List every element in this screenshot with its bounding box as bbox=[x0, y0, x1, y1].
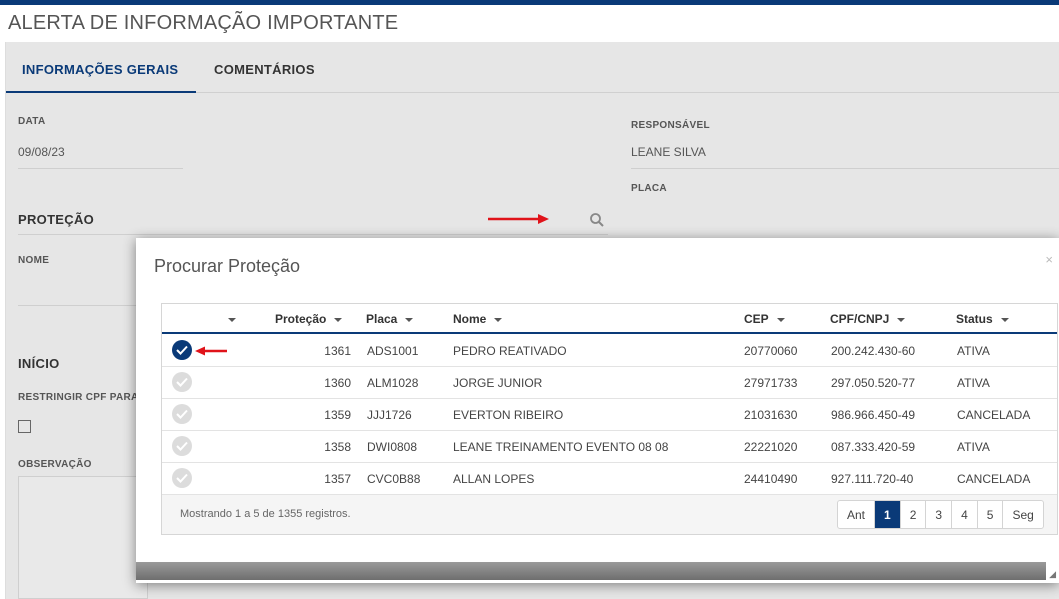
close-icon[interactable]: × bbox=[1045, 252, 1053, 267]
table-row[interactable]: 1361 ADS1001 PEDRO REATIVADO 20770060 20… bbox=[162, 335, 1057, 367]
cell-cep: 21031630 bbox=[744, 408, 798, 422]
cell-cpf-cnpj: 200.242.430-60 bbox=[831, 344, 916, 358]
sort-caret-icon bbox=[1000, 317, 1009, 322]
pager-page-5[interactable]: 5 bbox=[978, 501, 1004, 528]
data-underline bbox=[18, 168, 183, 169]
sort-caret-icon bbox=[334, 317, 343, 322]
column-header-cep[interactable]: CEP bbox=[744, 312, 785, 326]
modal-title: Procurar Proteção bbox=[154, 256, 301, 276]
nome-underline bbox=[18, 305, 148, 306]
pager-page-1[interactable]: 1 bbox=[875, 501, 901, 528]
data-label: DATA bbox=[18, 116, 46, 127]
cell-placa: ADS1001 bbox=[367, 344, 419, 358]
cell-protecao: 1358 bbox=[324, 440, 351, 454]
cell-placa: ALM1028 bbox=[367, 376, 419, 390]
inicio-section-title: INÍCIO bbox=[18, 356, 60, 371]
resize-grip-icon[interactable]: ◢ bbox=[1049, 569, 1056, 580]
cell-status: CANCELADA bbox=[957, 472, 1031, 486]
red-arrow-annotation bbox=[488, 214, 549, 224]
cell-status: CANCELADA bbox=[957, 408, 1031, 422]
cell-protecao: 1359 bbox=[324, 408, 351, 422]
cell-status: ATIVA bbox=[957, 344, 990, 358]
cell-cpf-cnpj: 087.333.420-59 bbox=[831, 440, 916, 454]
protecao-underline bbox=[18, 234, 608, 235]
cell-cpf-cnpj: 297.050.520-77 bbox=[831, 376, 916, 390]
grid-header: Proteção Placa Nome CEP CPF/CNPJ Status bbox=[162, 304, 1057, 334]
cell-placa: DWI0808 bbox=[367, 440, 418, 454]
select-check-icon[interactable] bbox=[172, 468, 192, 488]
search-icon[interactable] bbox=[589, 212, 605, 228]
responsavel-value: LEANE SILVA bbox=[631, 145, 706, 159]
pager-page-2[interactable]: 2 bbox=[901, 501, 927, 528]
column-header-protecao[interactable]: Proteção bbox=[275, 312, 343, 326]
select-check-icon[interactable] bbox=[172, 340, 192, 360]
protecao-grid: Proteção Placa Nome CEP CPF/CNPJ Status … bbox=[161, 303, 1058, 535]
restringir-cpf-label: RESTRINGIR CPF PARA bbox=[18, 392, 139, 403]
table-row[interactable]: 1357 CVC0B88 ALLAN LOPES 24410490 927.11… bbox=[162, 463, 1057, 495]
column-header-select[interactable] bbox=[220, 312, 236, 326]
responsavel-underline bbox=[631, 168, 1059, 169]
cell-protecao: 1357 bbox=[324, 472, 351, 486]
cell-nome: PEDRO REATIVADO bbox=[453, 344, 567, 358]
data-value: 09/08/23 bbox=[18, 145, 65, 159]
cell-cep: 27971733 bbox=[744, 376, 798, 390]
cell-cpf-cnpj: 986.966.450-49 bbox=[831, 408, 916, 422]
cell-nome: EVERTON RIBEIRO bbox=[453, 408, 564, 422]
tab-comentarios[interactable]: COMENTÁRIOS bbox=[198, 42, 328, 93]
cell-cpf-cnpj: 927.111.720-40 bbox=[831, 472, 914, 486]
cell-status: ATIVA bbox=[957, 440, 990, 454]
pager-next-button[interactable]: Seg bbox=[1003, 501, 1042, 528]
observacao-label: OBSERVAÇÃO bbox=[18, 459, 92, 470]
red-arrow-annotation bbox=[195, 346, 227, 356]
table-row[interactable]: 1360 ALM1028 JORGE JUNIOR 27971733 297.0… bbox=[162, 367, 1057, 399]
placa-label: PLACA bbox=[631, 183, 667, 194]
column-header-placa[interactable]: Placa bbox=[366, 312, 414, 326]
nome-label: NOME bbox=[18, 255, 50, 266]
cell-cep: 24410490 bbox=[744, 472, 798, 486]
select-check-icon[interactable] bbox=[172, 436, 192, 456]
sort-caret-icon bbox=[228, 317, 236, 322]
records-info: Mostrando 1 a 5 de 1355 registros. bbox=[180, 508, 351, 520]
page-title: ALERTA DE INFORMAÇÃO IMPORTANTE bbox=[8, 12, 399, 34]
cell-protecao: 1361 bbox=[324, 344, 351, 358]
top-accent-bar bbox=[0, 0, 1059, 5]
grid-footer: Mostrando 1 a 5 de 1355 registros. Ant 1… bbox=[162, 494, 1057, 534]
procurar-protecao-modal: Procurar Proteção × Proteção Placa Nome … bbox=[136, 238, 1059, 583]
cell-cep: 22221020 bbox=[744, 440, 798, 454]
pager-page-3[interactable]: 3 bbox=[926, 501, 953, 528]
table-row[interactable]: 1359 JJJ1726 EVERTON RIBEIRO 21031630 98… bbox=[162, 399, 1057, 431]
cell-cep: 20770060 bbox=[744, 344, 798, 358]
column-header-nome[interactable]: Nome bbox=[453, 312, 503, 326]
sort-caret-icon bbox=[776, 317, 785, 322]
column-header-status[interactable]: Status bbox=[956, 312, 1009, 326]
table-row[interactable]: 1358 DWI0808 LEANE TREINAMENTO EVENTO 08… bbox=[162, 431, 1057, 463]
responsavel-label: RESPONSÁVEL bbox=[631, 120, 710, 131]
select-check-icon[interactable] bbox=[172, 372, 192, 392]
select-check-icon[interactable] bbox=[172, 404, 192, 424]
tab-bar: INFORMAÇÕES GERAIS COMENTÁRIOS bbox=[6, 42, 1059, 93]
sort-caret-icon bbox=[405, 317, 414, 322]
tab-informacoes-gerais[interactable]: INFORMAÇÕES GERAIS bbox=[6, 42, 196, 93]
pagination: Ant 1 2 3 4 5 Seg bbox=[837, 500, 1044, 529]
sort-caret-icon bbox=[494, 317, 503, 322]
pager-prev-button[interactable]: Ant bbox=[838, 501, 876, 528]
modal-scrollbar[interactable] bbox=[136, 562, 1046, 580]
cell-nome: JORGE JUNIOR bbox=[453, 376, 543, 390]
cell-protecao: 1360 bbox=[324, 376, 351, 390]
cell-nome: LEANE TREINAMENTO EVENTO 08 08 bbox=[453, 440, 669, 454]
protecao-section-title: PROTEÇÃO bbox=[18, 212, 95, 227]
cell-nome: ALLAN LOPES bbox=[453, 472, 535, 486]
cell-placa: JJJ1726 bbox=[367, 408, 412, 422]
column-header-cpf-cnpj[interactable]: CPF/CNPJ bbox=[830, 312, 906, 326]
pager-page-4[interactable]: 4 bbox=[952, 501, 978, 528]
cell-status: ATIVA bbox=[957, 376, 990, 390]
observacao-textarea[interactable] bbox=[18, 476, 148, 599]
sort-caret-icon bbox=[897, 317, 906, 322]
cell-placa: CVC0B88 bbox=[367, 472, 421, 486]
restringir-cpf-checkbox[interactable] bbox=[18, 420, 31, 433]
